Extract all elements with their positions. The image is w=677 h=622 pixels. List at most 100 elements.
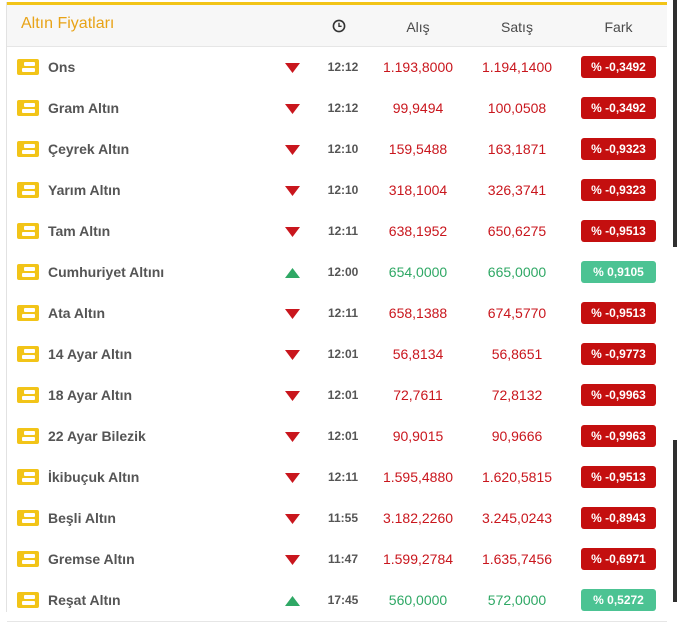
arrow-down-icon [285,186,300,196]
arrow-down-icon [285,350,300,360]
item-name[interactable]: Ata Altın [48,305,105,321]
buy-price: 318,1004 [388,182,448,198]
table-row[interactable]: Tam Altın 12:11 638,1952 650,6275 % -0,9513 [7,211,667,253]
table-row[interactable]: Yarım Altın 12:10 318,1004 326,3741 % -0,932… [7,170,667,212]
change-badge: % -0,9513 [581,220,656,242]
sell-price: 1.635,7456 [481,551,553,567]
update-time: 12:10 [327,142,359,156]
table-row[interactable]: Ata Altın 12:11 658,1388 674,5770 % -0,9513 [7,293,667,335]
update-time: 17:45 [327,593,359,607]
item-name[interactable]: Çeyrek Altın [48,141,129,157]
item-name[interactable]: Reşat Altın [48,592,121,608]
change-badge: % -0,9963 [581,425,656,447]
table-header: Altın Fiyatları Alış Satış Fark [7,5,667,47]
update-time: 12:01 [327,429,359,443]
clock-icon [332,19,346,33]
gold-prices-panel: Altın Fiyatları Alış Satış Fark Ons 12:12… [6,2,667,622]
buy-price: 90,9015 [392,428,444,444]
change-badge: % -0,9773 [581,343,656,365]
sell-price: 56,8651 [491,346,543,362]
gold-bar-icon [17,510,39,526]
update-time: 12:12 [327,101,359,115]
gold-bar-icon [17,100,39,116]
item-name[interactable]: 14 Ayar Altın [48,346,132,362]
item-name[interactable]: Gremse Altın [48,551,135,567]
update-time: 12:00 [327,265,359,279]
item-name[interactable]: Tam Altın [48,223,110,239]
buy-price: 159,5488 [388,141,448,157]
sell-price: 572,0000 [487,592,547,608]
buy-price: 56,8134 [392,346,444,362]
buy-price: 638,1952 [388,223,448,239]
change-badge: % -0,9513 [581,302,656,324]
sell-price: 1.620,5815 [481,469,553,485]
buy-price: 72,7611 [393,387,443,403]
sell-price: 72,8132 [491,387,543,403]
buy-price: 658,1388 [388,305,448,321]
page-edge [673,0,677,247]
item-name[interactable]: Yarım Altın [48,182,121,198]
arrow-down-icon [285,227,300,237]
sell-price: 100,0508 [487,100,547,116]
arrow-down-icon [285,104,300,114]
update-time: 12:11 [327,470,359,484]
table-row[interactable]: Çeyrek Altın 12:10 159,5488 163,1871 % -0,93… [7,129,667,171]
update-time: 12:11 [327,224,359,238]
table-row[interactable]: Ons 12:12 1.193,8000 1.194,1400 % -0,3492 [7,47,667,89]
gold-bar-icon [17,592,39,608]
arrow-down-icon [285,391,300,401]
table-row[interactable]: İkibuçuk Altın 12:11 1.595,4880 1.620,5815%… [7,457,667,499]
update-time: 11:55 [327,511,359,525]
table-row[interactable]: Reşat Altın 17:45 560,0000 572,0000 % 0,5272 [7,580,667,622]
gold-bar-icon [17,305,39,321]
arrow-down-icon [285,473,300,483]
panel-title: Altın Fiyatları [21,15,115,32]
item-name[interactable]: 22 Ayar Bilezik [48,428,146,444]
gold-bar-icon [17,346,39,362]
gold-bar-icon [17,141,39,157]
sell-price: 163,1871 [487,141,547,157]
item-name[interactable]: Gram Altın [48,100,119,116]
sell-price: 90,9666 [491,428,543,444]
table-row[interactable]: Beşli Altın 11:55 3.182,2260 3.245,0243 % -0… [7,498,667,540]
update-time: 12:11 [327,306,359,320]
table-row[interactable]: 14 Ayar Altın 12:01 56,8134 56,8651 % -0,977… [7,334,667,376]
table-row[interactable]: 22 Ayar Bilezik 12:01 90,9015 90,9666 % -0,9… [7,416,667,458]
sell-price: 3.245,0243 [481,510,553,526]
gold-bar-icon [17,182,39,198]
change-badge: % -0,9323 [581,138,656,160]
change-badge: % -0,3492 [581,97,656,119]
buy-price: 654,0000 [388,264,448,280]
buy-price: 1.193,8000 [382,59,454,75]
change-badge: % -0,9963 [581,384,656,406]
arrow-down-icon [285,432,300,442]
buy-price: 560,0000 [388,592,448,608]
arrow-down-icon [285,309,300,319]
change-badge: % -0,6971 [581,548,656,570]
update-time: 12:01 [327,388,359,402]
arrow-down-icon [285,145,300,155]
item-name[interactable]: Cumhuriyet Altını [48,264,164,280]
table-row[interactable]: Cumhuriyet Altını 12:00 654,0000 665,0000 % … [7,252,667,294]
item-name[interactable]: Beşli Altın [48,510,116,526]
update-time: 11:47 [327,552,359,566]
table-row[interactable]: 18 Ayar Altın 12:01 72,7611 72,8132 % -0,996… [7,375,667,417]
gold-bar-icon [17,387,39,403]
change-badge: % -0,9323 [581,179,656,201]
table-row[interactable]: Gremse Altın 11:47 1.599,2784 1.635,7456 % -… [7,539,667,581]
buy-price: 99,9494 [392,100,444,116]
buy-price: 3.182,2260 [382,510,454,526]
item-name[interactable]: Ons [48,59,75,75]
sell-price: 326,3741 [487,182,547,198]
sell-price: 650,6275 [487,223,547,239]
item-name[interactable]: İkibuçuk Altın [48,469,139,485]
table-row[interactable]: Gram Altın 12:12 99,9494 100,0508 % -0,3492 [7,88,667,130]
gold-bar-icon [17,264,39,280]
item-name[interactable]: 18 Ayar Altın [48,387,132,403]
change-badge: % -0,8943 [581,507,656,529]
gold-bar-icon [17,469,39,485]
change-badge: % -0,3492 [581,56,656,78]
update-time: 12:10 [327,183,359,197]
arrow-up-icon [285,596,300,606]
arrow-up-icon [285,268,300,278]
